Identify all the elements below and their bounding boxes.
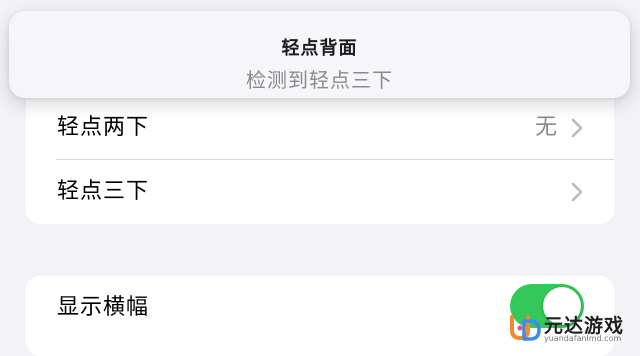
watermark: 元达游戏 yuandafanlmd.com [508,308,636,346]
tap-settings-group: 轻点两下 无 轻点三下 [26,78,614,224]
back-tap-hud: 轻点背面 检测到轻点三下 [9,11,630,98]
chevron-right-icon [571,182,583,202]
triple-tap-label: 轻点三下 [57,179,150,204]
ud-logo-icon [510,315,541,341]
watermark-url: yuandafanlmd.com [544,334,622,343]
double-tap-value: 无 [534,115,557,140]
double-tap-label: 轻点两下 [57,115,150,140]
triple-tap-row[interactable]: 轻点三下 [26,160,614,224]
double-tap-row[interactable]: 轻点两下 无 [26,96,614,160]
hud-subtitle: 检测到轻点三下 [246,68,393,92]
show-banner-label: 显示横幅 [57,295,150,320]
chevron-right-icon [571,118,583,138]
hud-title: 轻点背面 [281,38,358,59]
